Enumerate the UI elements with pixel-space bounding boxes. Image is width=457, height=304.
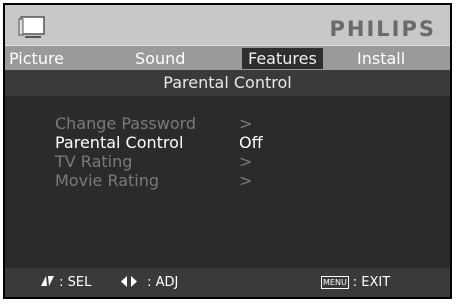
adj-label: : ADJ <box>147 275 179 290</box>
header: PHILIPS <box>5 5 450 45</box>
menu-item-value: > <box>239 152 253 171</box>
menu-item-label: Movie Rating <box>55 171 160 190</box>
tab-features[interactable]: Features <box>242 48 323 69</box>
tab-sound[interactable]: Sound <box>129 48 191 69</box>
osd-menu: PHILIPS Picture Sound Features Install P… <box>3 3 452 299</box>
footer-hints: : SEL : ADJ MENU: EXIT <box>5 268 450 297</box>
menu-item-label: TV Rating <box>55 152 133 171</box>
submenu-title: Parental Control <box>163 73 292 92</box>
tab-bar: Picture Sound Features Install <box>5 45 450 71</box>
up-down-arrows-icon <box>41 276 54 286</box>
menu-item-label: Change Password <box>55 114 197 133</box>
exit-hint: MENU: EXIT <box>321 275 390 290</box>
adj-hint: : ADJ <box>121 275 178 290</box>
tv-icon <box>18 16 45 38</box>
sel-hint: : SEL <box>41 275 91 290</box>
submenu-title-bar: Parental Control <box>5 70 450 96</box>
tab-install[interactable]: Install <box>351 48 411 69</box>
sel-label: : SEL <box>59 275 92 290</box>
menu-item-label: Parental Control <box>55 133 184 152</box>
menu-item-value: Off <box>239 133 263 152</box>
exit-label: : EXIT <box>352 275 391 290</box>
tab-picture[interactable]: Picture <box>3 48 70 69</box>
brand-logo: PHILIPS <box>329 17 436 41</box>
menu-key-icon: MENU <box>321 276 349 289</box>
menu-item-value: > <box>239 114 253 133</box>
left-right-arrows-icon <box>121 276 137 287</box>
menu-content: Change Password > Parental Control Off T… <box>5 96 450 272</box>
menu-item-value: > <box>239 171 253 190</box>
